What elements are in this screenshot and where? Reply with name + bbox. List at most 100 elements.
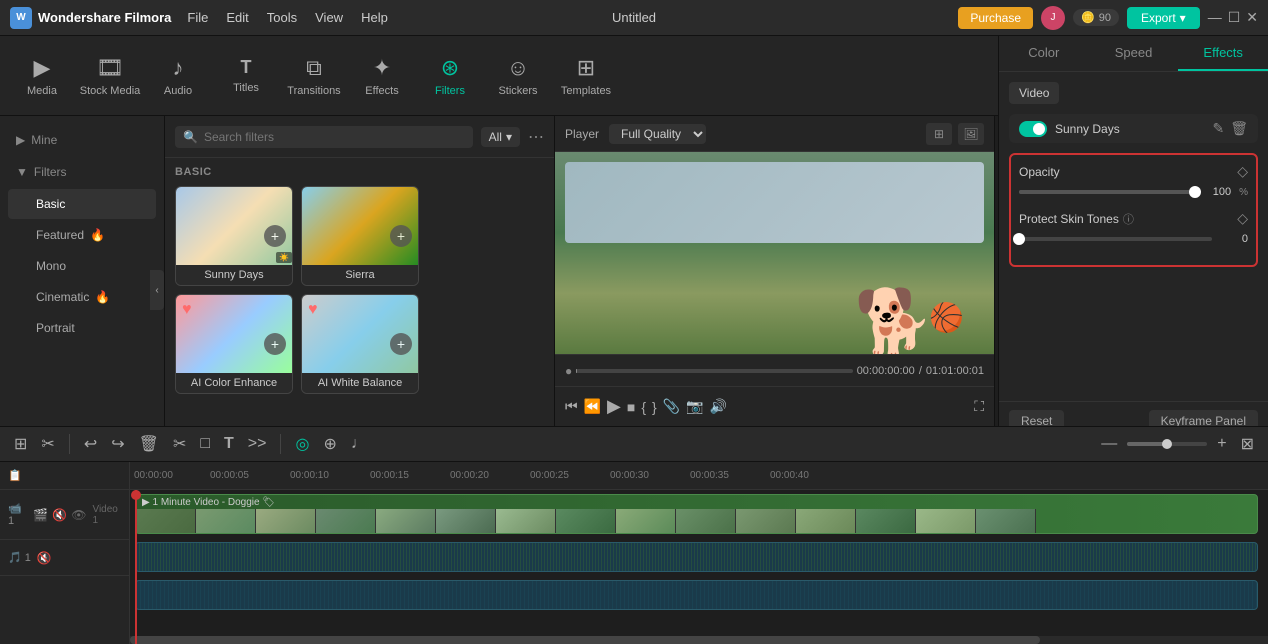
redo-button[interactable]: ↪ [107,432,128,456]
right-panel-content: Video Sunny Days ✎ 🗑 Opacity ◇ [999,72,1268,440]
tool-titles[interactable]: T Titles [214,41,278,111]
sidebar-item-mono[interactable]: Mono [8,251,156,281]
audio-track-2[interactable] [135,580,1258,610]
scene-icon[interactable]: 🎬 [33,508,48,522]
sidebar-collapse-button[interactable]: ‹ [150,270,164,310]
filter-card-ai-color[interactable]: ♥ AI Color Enhance + [175,294,293,394]
tool-transitions[interactable]: ⧉ Transitions [282,41,346,111]
mark-out-button[interactable]: } [652,399,657,415]
sidebar-item-featured[interactable]: Featured 🔥 [8,220,156,250]
menu-help[interactable]: Help [361,10,388,25]
tool-effects[interactable]: ✦ Effects [350,41,414,111]
search-input[interactable] [204,130,465,144]
tool-audio[interactable]: ♪ Audio [146,41,210,111]
crop-button[interactable]: □ [196,433,214,455]
opacity-slider[interactable] [1019,190,1195,194]
fullscreen-button[interactable]: ⛶ [974,398,984,415]
video-track[interactable]: ▶ 1 Minute Video - Doggie 🏷 [135,494,1258,534]
tool-templates[interactable]: ⊞ Templates [554,41,618,111]
sidebar-filters-label: Filters [34,165,67,179]
skin-tones-thumb[interactable] [1013,233,1025,245]
maximize-button[interactable]: ☐ [1228,9,1241,26]
fit-button[interactable]: ⊠ [1237,432,1258,456]
audio-waveform-track[interactable] [135,542,1258,572]
auto-color-button[interactable]: ◎ [291,432,313,456]
mark-in-button[interactable]: { [641,399,646,415]
timeline-scrollbar[interactable] [130,636,1268,644]
minimize-button[interactable]: — [1208,9,1222,26]
eye-icon[interactable]: 👁 [71,508,86,522]
close-button[interactable]: ✕ [1246,9,1258,26]
sidebar-filters[interactable]: ▼ Filters [0,156,164,188]
stop-button[interactable]: ■ [627,399,635,415]
tool-filters[interactable]: ⊛ Filters [418,41,482,111]
tab-effects[interactable]: Effects [1178,36,1268,71]
frame-back-button[interactable]: ⏪ [584,398,601,415]
video-section-label: Video [1009,82,1059,104]
sidebar-item-basic[interactable]: Basic [8,189,156,219]
sidebar-item-portrait[interactable]: Portrait [8,313,156,343]
sidebar-item-cinematic[interactable]: Cinematic 🔥 [8,282,156,312]
zoom-in-button[interactable]: + [1213,433,1230,455]
sidebar-mine[interactable]: ▶ Mine [0,124,164,156]
export-button[interactable]: Export ▾ [1127,7,1200,29]
filter-toggle[interactable] [1019,121,1047,137]
text-button[interactable]: T [220,433,238,455]
skin-tones-reset-icon[interactable]: ◇ [1237,210,1248,227]
mute-icon[interactable]: 🔇 [52,508,67,522]
menu-tools[interactable]: Tools [267,10,297,25]
more-tools-button[interactable]: >> [244,433,271,455]
time-separator: / [919,365,922,377]
add-filter-sunny-button[interactable]: + [264,225,286,247]
tool-stickers[interactable]: ☺ Stickers [486,41,550,111]
filter-card-ai-white[interactable]: ♥ AI White Balance + [301,294,419,394]
menu-edit[interactable]: Edit [226,10,248,25]
quality-select[interactable]: Full Quality [609,124,706,144]
undo-button[interactable]: ↩ [80,432,101,456]
purchase-button[interactable]: Purchase [958,7,1033,29]
tool-media[interactable]: ▶ Media [10,41,74,111]
delete-filter-icon[interactable]: 🗑 [1230,120,1248,137]
opacity-reset-icon[interactable]: ◇ [1237,163,1248,180]
skip-back-button[interactable]: ⏮ [565,398,578,415]
scrollbar-thumb[interactable] [130,636,1040,644]
delete-button[interactable]: 🗑 [135,432,163,456]
playback-progress-bar[interactable] [576,369,852,373]
photo-view-button[interactable]: 🖼 [958,123,984,145]
menu-file[interactable]: File [187,10,208,25]
add-filter-ai-white-button[interactable]: + [390,333,412,355]
tab-color[interactable]: Color [999,36,1089,71]
playhead[interactable] [135,490,137,644]
thumb-10 [676,509,736,534]
scene-detect-button[interactable]: ⊞ [10,432,31,456]
audio-mute-icon[interactable]: 🔇 [37,551,52,565]
edit-filter-icon[interactable]: ✎ [1212,120,1224,137]
grid-view-button[interactable]: ⊞ [926,123,952,145]
tool-stock-label: Stock Media [80,85,141,97]
split-button[interactable]: ✂ [169,432,190,456]
audio-button[interactable]: ♩ [347,433,371,455]
zoom-out-button[interactable]: — [1097,433,1121,455]
more-options-button[interactable]: ⋯ [528,127,544,147]
opacity-thumb[interactable] [1189,186,1201,198]
all-dropdown[interactable]: All ▾ [481,127,520,147]
add-filter-ai-color-button[interactable]: + [264,333,286,355]
bottom-toolbar: ⊞ ✂ ↩ ↪ 🗑 ✂ □ T >> ◎ ⊕ ♩ — + ⊠ [0,426,1268,462]
play-button[interactable]: ▶ [607,396,621,417]
filter-card-sunny-days[interactable]: ☀️ Sunny Days + [175,186,293,286]
clip-button[interactable]: 📎 [663,398,680,415]
tab-speed[interactable]: Speed [1089,36,1179,71]
volume-button[interactable]: 🔊 [710,398,727,415]
motion-button[interactable]: ⊕ [319,432,340,456]
info-icon[interactable]: ⓘ [1123,211,1134,227]
zoom-slider[interactable] [1127,442,1207,446]
filter-card-sierra[interactable]: Sierra + [301,186,419,286]
tool-stock[interactable]: 🎞 Stock Media [78,41,142,111]
snapshot-button[interactable]: 📷 [686,398,703,415]
skin-tones-slider[interactable] [1019,237,1212,241]
menu-view[interactable]: View [315,10,343,25]
add-filter-sierra-button[interactable]: + [390,225,412,247]
magnet-button[interactable]: ✂ [37,432,58,456]
zoom-thumb[interactable] [1162,439,1172,449]
timeline-tracks-area: 📹 1 🎬 🔇 👁 Video 1 🎵 1 🔇 ▶ 1 Minute Video… [0,490,1268,644]
